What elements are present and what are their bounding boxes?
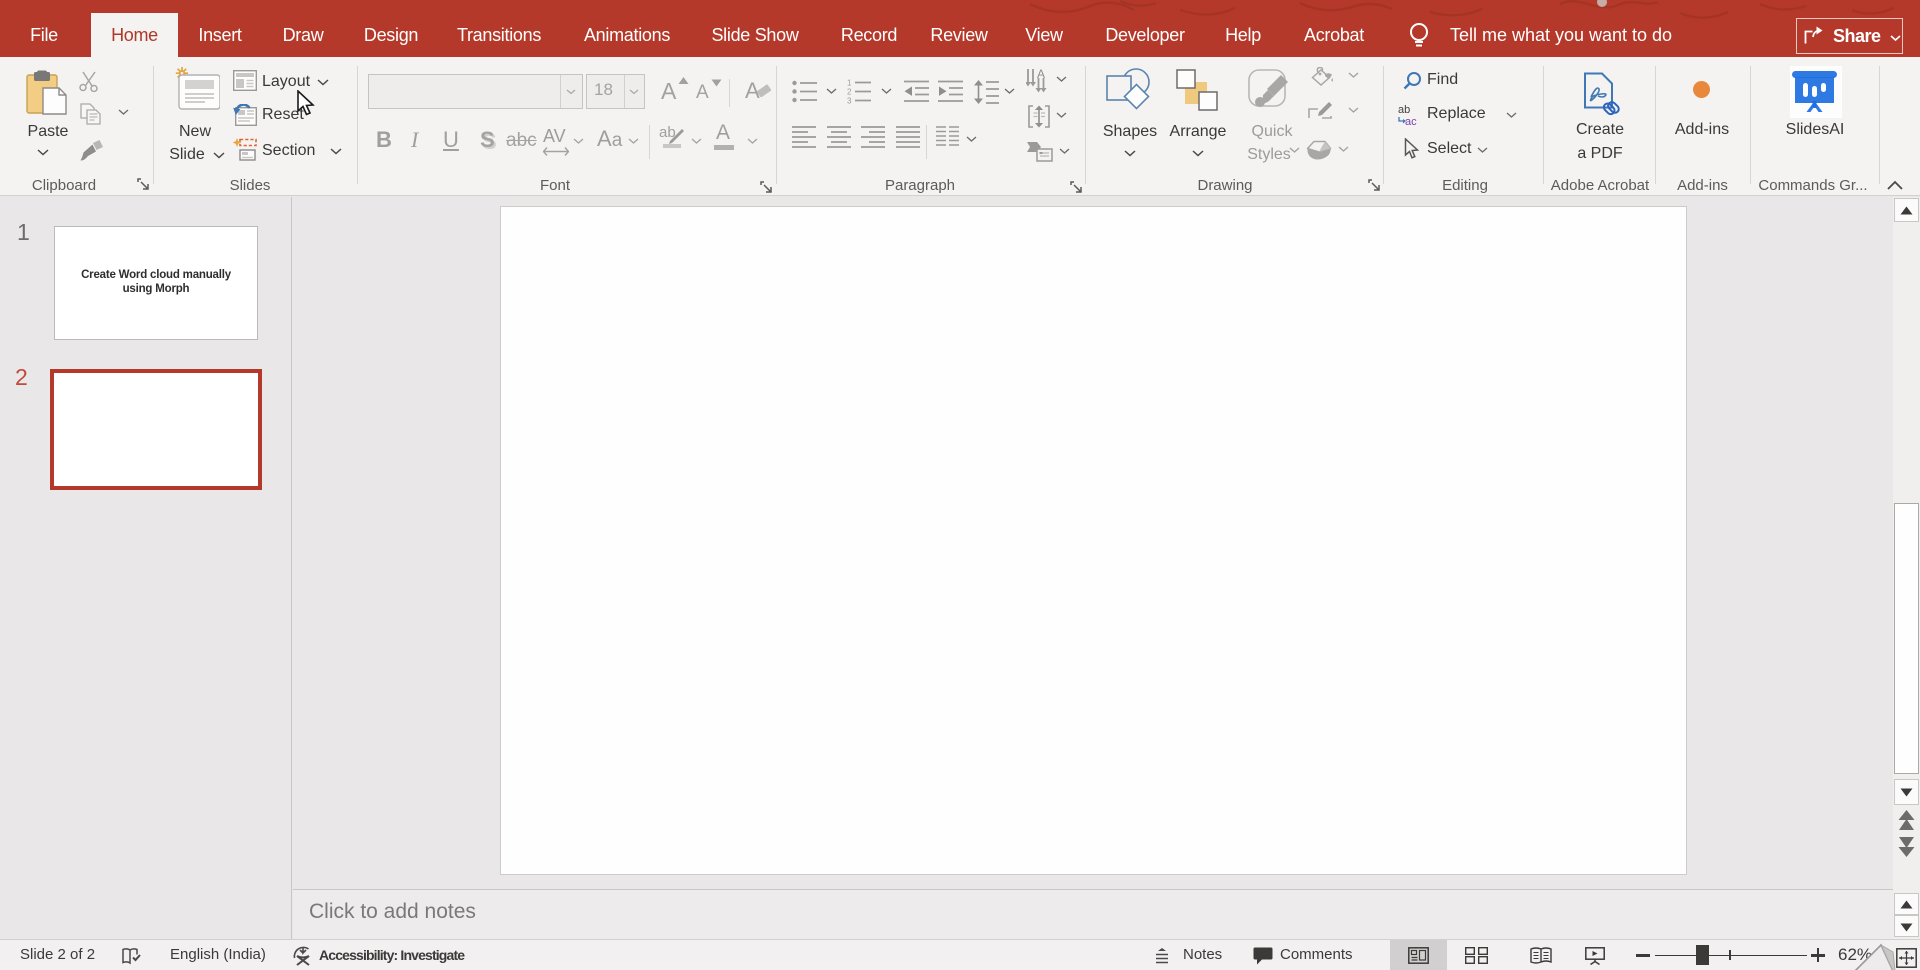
svg-text:3: 3 — [847, 97, 852, 105]
svg-text:1: 1 — [847, 79, 852, 88]
svg-text:ac: ac — [1405, 116, 1417, 126]
svg-text:2: 2 — [847, 88, 852, 97]
svg-text:A: A — [1037, 69, 1045, 81]
svg-text:ab: ab — [1398, 104, 1410, 116]
